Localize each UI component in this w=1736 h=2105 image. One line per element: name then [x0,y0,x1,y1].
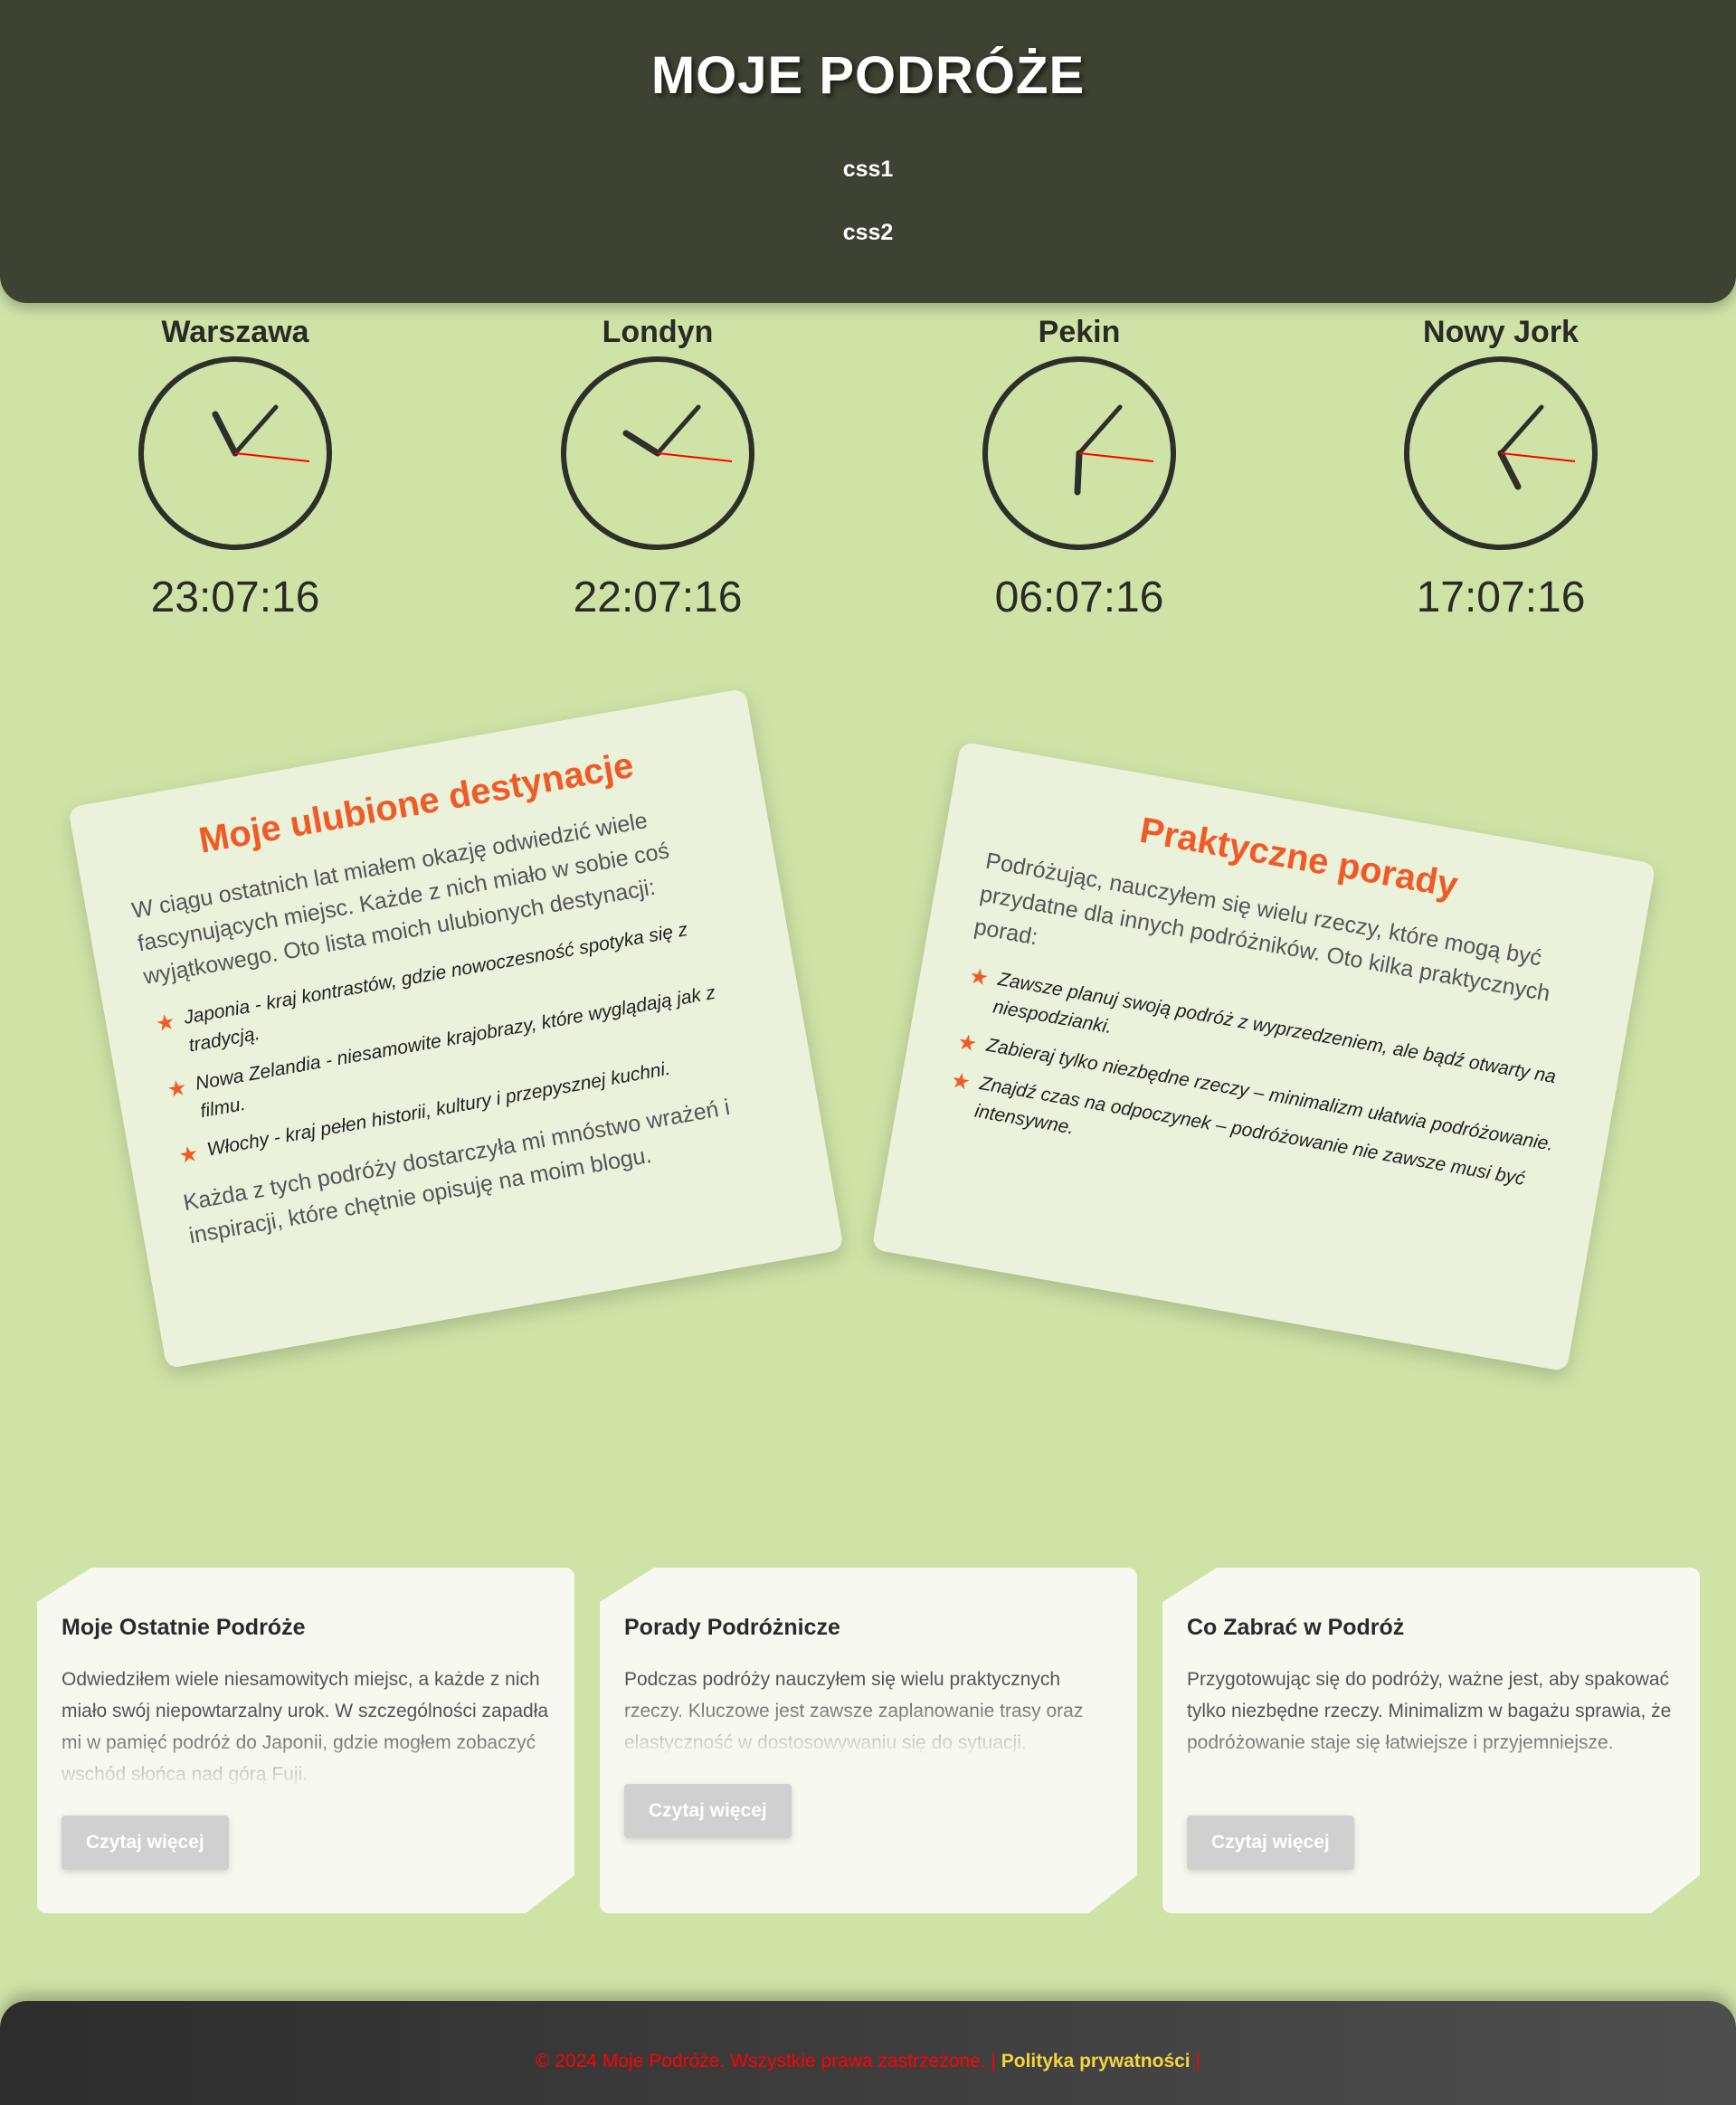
site-footer: © 2024 Moje Podróże. Wszystkie prawa zas… [0,2001,1736,2105]
post-excerpt: Przygotowując się do podróży, ważne jest… [1187,1669,1672,1753]
read-more-button[interactable]: Czytaj więcej [1187,1816,1354,1870]
privacy-policy-link[interactable]: Polityka prywatności [1001,2051,1191,2072]
clock-pekin: Pekin 06:07:16 [944,312,1215,622]
clock-time: 06:07:16 [994,574,1164,621]
favorite-destinations-card: Moje ulubione destynacje W ciągu ostatni… [68,687,844,1370]
clock-londyn: Londyn 22:07:16 [522,312,793,622]
post-excerpt: Odwiedziłem wiele niesamowitych miejsc, … [62,1669,549,1785]
post-card-what-to-pack: Co Zabrać w Podróż Przygotowując się do … [1162,1568,1700,1913]
post-excerpt-wrap: Podczas podróży nauczyłem się wielu prak… [624,1664,1113,1759]
star-icon: ★ [948,1067,972,1095]
star-icon: ★ [153,1010,177,1038]
post-excerpt: Podczas podróży nauczyłem się wielu prak… [624,1669,1084,1753]
star-icon: ★ [955,1029,980,1057]
page-title: MOJE PODRÓŻE [650,46,1086,105]
post-card-recent-trips: Moje Ostatnie Podróże Odwiedziłem wiele … [37,1568,574,1913]
clock-warszawa: Warszawa 23:07:16 [100,312,371,622]
clock-city-label: Nowy Jork [1423,315,1579,349]
clock-face-icon [1404,356,1598,550]
star-icon: ★ [967,963,991,991]
clock-face-icon [138,356,332,550]
star-icon: ★ [165,1075,189,1104]
footer-separator: | [991,2051,996,2072]
clock-face-icon [561,356,754,550]
clock-time: 17:07:16 [1416,574,1586,621]
clock-city-label: Londyn [602,315,714,349]
post-title: Co Zabrać w Podróż [1187,1615,1405,1640]
clock-city-label: Warszawa [161,315,309,349]
practical-tips-card: Praktyczne porady Podróżując, nauczyłem … [871,741,1656,1372]
post-excerpt-wrap: Przygotowując się do podróży, ważne jest… [1187,1664,1675,1790]
post-card-travel-tips: Porady Podróżnicze Podczas podróży naucz… [600,1568,1137,1913]
post-title: Porady Podróżnicze [624,1615,840,1640]
copyright-text: © 2024 Moje Podróże. Wszystkie prawa zas… [536,2051,986,2072]
clock-nowy-jork: Nowy Jork 17:07:16 [1365,312,1636,622]
read-more-button[interactable]: Czytaj więcej [62,1816,229,1870]
clock-city-label: Pekin [1038,315,1121,349]
clock-time: 23:07:16 [150,574,320,621]
footer-line: © 2024 Moje Podróże. Wszystkie prawa zas… [0,2051,1736,2072]
nav-link-css2[interactable]: css2 [0,220,1736,246]
post-title: Moje Ostatnie Podróże [62,1615,306,1640]
clock-face-icon [982,356,1176,550]
star-icon: ★ [176,1141,201,1170]
post-excerpt-wrap: Odwiedziłem wiele niesamowitych miejsc, … [62,1664,550,1790]
site-header: MOJE PODRÓŻE css1 css2 [0,0,1736,303]
nav-link-css1[interactable]: css1 [0,156,1736,183]
footer-separator: | [1195,2051,1200,2072]
read-more-button[interactable]: Czytaj więcej [624,1784,792,1838]
clock-time: 22:07:16 [573,574,743,621]
